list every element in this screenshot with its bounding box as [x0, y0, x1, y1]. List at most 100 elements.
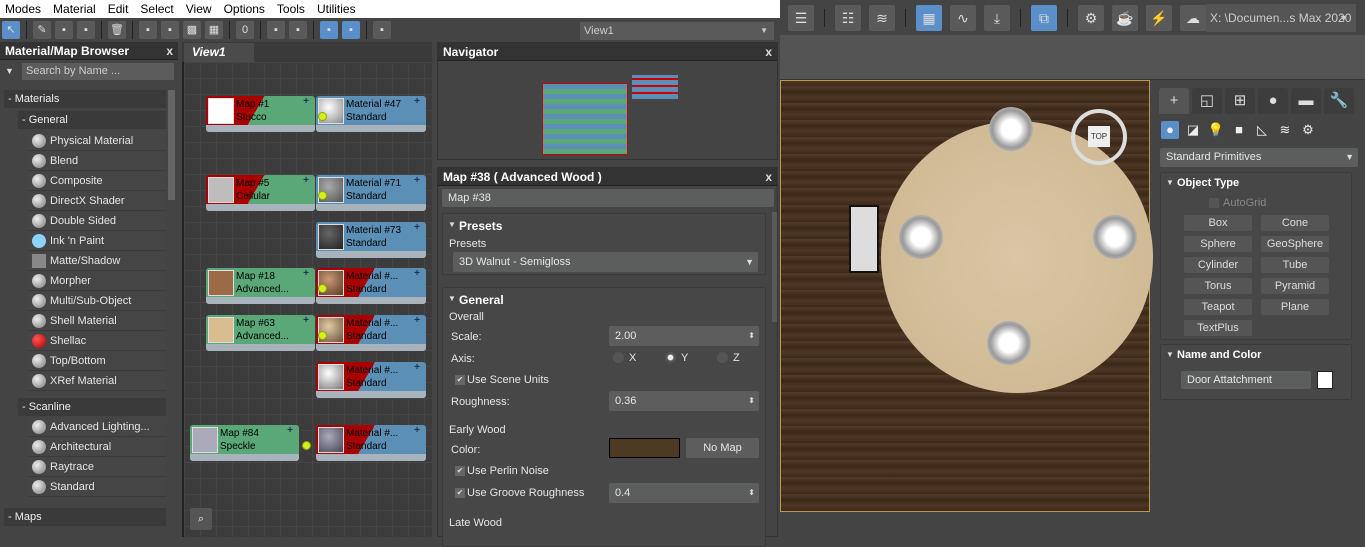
textplus-button[interactable]: TextPlus	[1184, 320, 1252, 336]
browser-item[interactable]: DirectX Shader	[28, 192, 166, 211]
browser-item[interactable]: Shell Material	[28, 312, 166, 331]
browser-item[interactable]: Standard	[28, 478, 166, 497]
show-map-icon[interactable]: ▪	[342, 21, 360, 39]
geosphere-button[interactable]: GeoSphere	[1261, 236, 1329, 252]
browser-item[interactable]: XRef Material	[28, 372, 166, 391]
geometry-icon[interactable]: ●	[1161, 121, 1179, 139]
torus-button[interactable]: Torus	[1184, 278, 1252, 294]
shapes-icon[interactable]: ◪	[1184, 121, 1202, 139]
delete-icon[interactable]: 🗑	[108, 21, 126, 39]
navigator-viewport-rect[interactable]	[632, 75, 678, 99]
no-map-button[interactable]: No Map	[686, 438, 759, 458]
pyramid-button[interactable]: Pyramid	[1261, 278, 1329, 294]
move-children-icon[interactable]: ▪	[139, 21, 157, 39]
menu-tools[interactable]: Tools	[272, 0, 312, 18]
use-scene-units-checkbox[interactable]: ✔	[455, 375, 465, 385]
materials-group[interactable]: - Materials	[4, 90, 166, 108]
browser-item[interactable]: Advanced Lighting...	[28, 418, 166, 437]
background-icon[interactable]: ▩	[183, 21, 201, 39]
map-node[interactable]: Map #18 Advanced... +	[206, 268, 315, 304]
plane-button[interactable]: Plane	[1261, 299, 1329, 315]
connection-socket[interactable]	[318, 191, 327, 200]
roughness-spinner[interactable]: 0.36 ⬍	[609, 391, 759, 411]
navigator-preview[interactable]	[542, 83, 628, 155]
connection-socket[interactable]	[318, 112, 327, 121]
cone-button[interactable]: Cone	[1261, 215, 1329, 231]
rollout-title[interactable]: Presets	[459, 219, 502, 233]
viewport[interactable]: TOP	[780, 80, 1153, 512]
material-node[interactable]: Material #... Standard +	[316, 268, 426, 304]
expand-icon[interactable]: +	[303, 268, 309, 279]
systems-icon[interactable]: ⚙	[1299, 121, 1317, 139]
axis-y-radio[interactable]	[665, 352, 676, 363]
menu-edit[interactable]: Edit	[103, 0, 136, 18]
tube-button[interactable]: Tube	[1261, 257, 1329, 273]
layout-children-icon[interactable]: ▪	[161, 21, 179, 39]
select-arrow-icon[interactable]: ↖	[2, 21, 20, 39]
connection-socket[interactable]	[318, 331, 327, 340]
autogrid-checkbox[interactable]	[1209, 198, 1219, 208]
collapse-icon[interactable]: ▼	[1166, 178, 1174, 187]
expand-icon[interactable]: +	[414, 96, 420, 107]
modify-tab-icon[interactable]: ◱	[1192, 88, 1222, 114]
general-group[interactable]: - General	[18, 111, 166, 129]
object-color-swatch[interactable]	[1317, 371, 1333, 389]
view-select-dropdown[interactable]: View1 ▼	[580, 22, 774, 40]
show-shaded-icon[interactable]: ▪	[320, 21, 338, 39]
motion-tab-icon[interactable]: ●	[1258, 88, 1288, 114]
utilities-tab-icon[interactable]: 🔧	[1324, 88, 1354, 114]
layout-all-icon[interactable]: ▪	[267, 21, 285, 39]
checker-icon[interactable]: ▦	[205, 21, 223, 39]
browser-item[interactable]: Top/Bottom	[28, 352, 166, 371]
browser-item[interactable]: Shellac	[28, 332, 166, 351]
rendered-frame-icon[interactable]: ☕	[1112, 4, 1138, 31]
expand-icon[interactable]: +	[414, 268, 420, 279]
material-node[interactable]: Material #... Standard +	[316, 315, 426, 351]
layer-explorer-icon[interactable]: ☰	[788, 4, 814, 31]
axis-z-radio[interactable]	[717, 352, 728, 363]
menu-modes[interactable]: Modes	[0, 0, 48, 18]
expand-icon[interactable]: +	[414, 425, 420, 436]
scrollbar[interactable]	[168, 90, 175, 200]
browser-item[interactable]: Composite	[28, 172, 166, 191]
map-node[interactable]: Map #84 Speckle +	[190, 425, 299, 461]
map-name-field[interactable]: Map #38	[442, 189, 774, 207]
collapse-icon[interactable]: ▼	[1166, 350, 1174, 359]
collapse-icon[interactable]: ▼	[448, 220, 456, 229]
rollout-title[interactable]: Object Type	[1177, 177, 1239, 189]
browser-item[interactable]: Physical Material	[28, 132, 166, 151]
material-editor-icon[interactable]: ⧉	[1031, 4, 1057, 31]
teapot-button[interactable]: Teapot	[1184, 299, 1252, 315]
expand-icon[interactable]: +	[414, 362, 420, 373]
options-chevron-icon[interactable]: ▼	[5, 66, 14, 76]
menu-select[interactable]: Select	[135, 0, 180, 18]
scene-list-icon[interactable]: ☷	[835, 4, 861, 31]
viewcube[interactable]: TOP	[1071, 109, 1127, 165]
connection-socket[interactable]	[318, 284, 327, 293]
zero-slot-icon[interactable]: 0	[236, 21, 254, 39]
maps-group[interactable]: - Maps	[4, 508, 166, 526]
render-setup-icon[interactable]: ⚙	[1078, 4, 1104, 31]
helpers-icon[interactable]: ◺	[1253, 121, 1271, 139]
axis-x-radio[interactable]	[613, 352, 624, 363]
browser-item[interactable]: Matte/Shadow	[28, 252, 166, 271]
use-perlin-checkbox[interactable]: ✔	[455, 466, 465, 476]
create-tab-icon[interactable]: +	[1159, 88, 1189, 114]
browser-item[interactable]: Architectural	[28, 438, 166, 457]
rollout-title[interactable]: General	[459, 293, 504, 307]
expand-icon[interactable]: +	[303, 96, 309, 107]
object-name-field[interactable]: Door Attatchment	[1181, 371, 1311, 389]
cameras-icon[interactable]: ■	[1230, 121, 1248, 139]
assign-material-icon[interactable]: ▪	[77, 21, 95, 39]
render-cloud-icon[interactable]: ☁	[1180, 4, 1206, 31]
menu-utilities[interactable]: Utilities	[312, 0, 363, 18]
collapse-icon[interactable]: ▼	[448, 294, 456, 303]
hierarchy-tab-icon[interactable]: ⊞	[1225, 88, 1255, 114]
material-node[interactable]: Material #71 Standard +	[316, 175, 426, 211]
expand-icon[interactable]: +	[303, 175, 309, 186]
spinner-icon[interactable]: ⬍	[748, 326, 755, 346]
scale-spinner[interactable]: 2.00 ⬍	[609, 326, 759, 346]
box-button[interactable]: Box	[1184, 215, 1252, 231]
material-node[interactable]: Material #73 Standard +	[316, 222, 426, 258]
pick-material-icon[interactable]: ▪	[373, 21, 391, 39]
